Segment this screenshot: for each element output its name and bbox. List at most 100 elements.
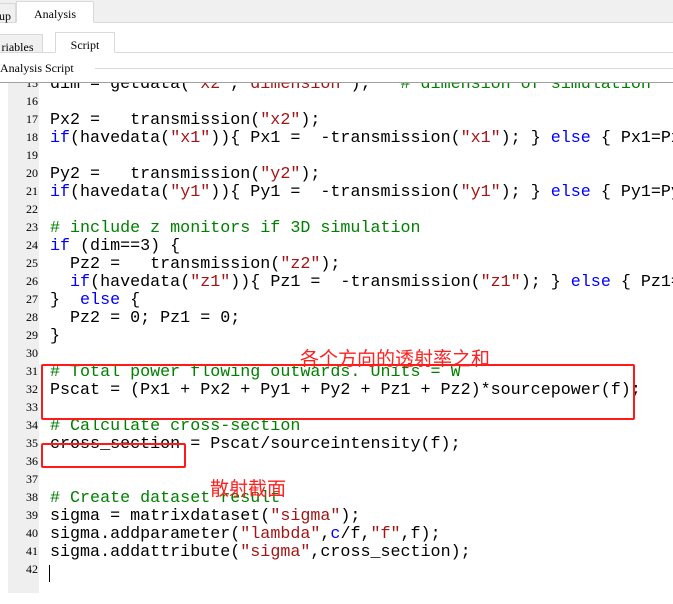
annotation-sum-transmission: 各个方向的透射率之和 — [300, 348, 491, 370]
line-number: 35 — [26, 436, 38, 450]
code-token: } — [50, 291, 81, 310]
tab-script[interactable]: Script — [55, 32, 115, 53]
line-number: 29 — [26, 328, 38, 342]
line-number: 20 — [26, 166, 38, 180]
keyword-token: else — [550, 129, 591, 148]
code-token: ); } — [520, 273, 571, 292]
code-text: sigma = matrixdataset("sigma"); — [50, 508, 360, 526]
keyword-token: if — [50, 237, 71, 256]
keyword-token: if — [50, 129, 71, 148]
code-line[interactable]: 41 sigma.addattribute("sigma",cross_secti… — [0, 544, 673, 562]
code-line[interactable]: 40 sigma.addparameter("lambda",c/f,"f",f)… — [0, 526, 673, 544]
code-token: { — [120, 291, 141, 310]
comment-token: # dimension of simulation — [400, 83, 651, 94]
string-token: "x2" — [190, 83, 231, 94]
code-text: if(havedata("x1")){ Px1 = -transmission(… — [50, 130, 673, 148]
text-caret — [49, 565, 50, 582]
keyword-token: if — [70, 273, 91, 292]
string-token: "z1" — [480, 273, 521, 292]
string-token: "lambda" — [240, 525, 321, 544]
code-line[interactable]: 18 if(havedata("x1")){ Px1 = -transmissio… — [0, 130, 673, 148]
string-token: "z1" — [190, 273, 231, 292]
string-token: "y1" — [170, 183, 211, 202]
keyword-token: else — [80, 291, 121, 310]
code-token: (dim==3) { — [70, 237, 181, 256]
code-text: if(havedata("y1")){ Py1 = -transmission(… — [50, 184, 673, 202]
line-number: 39 — [26, 508, 38, 522]
code-token: ); } — [500, 183, 551, 202]
tab-analysis[interactable]: Analysis — [16, 1, 94, 23]
code-token: ); — [340, 507, 361, 526]
code-line[interactable]: 42 — [0, 562, 673, 580]
code-line[interactable]: 26 if(havedata("z1")){ Pz1 = -transmissi… — [0, 274, 673, 292]
annotation-scattering-cross-section: 散射截面 — [210, 478, 287, 500]
code-line[interactable]: 27} else { — [0, 292, 673, 310]
tab-variables[interactable]: riables — [0, 34, 43, 54]
string-token: "x1" — [170, 129, 211, 148]
code-token: )){ Py1 = -transmission( — [210, 183, 461, 202]
code-token: (havedata( — [70, 129, 171, 148]
code-line[interactable]: 28 Pz2 = 0; Pz1 = 0; — [0, 310, 673, 328]
code-line[interactable]: 38 # Create dataset result — [0, 490, 673, 508]
line-number: 18 — [26, 130, 38, 144]
code-text: } else { — [50, 292, 140, 310]
code-token: { Px1=Px2; } — [600, 129, 673, 148]
code-token: sigma.addattribute( — [50, 543, 241, 562]
line-number: 30 — [26, 346, 38, 360]
code-line[interactable]: 17 Px2 = transmission("x2"); — [0, 112, 673, 130]
code-token: ,cross_section); — [310, 543, 471, 562]
line-number: 38 — [26, 490, 38, 504]
code-line[interactable]: 25 Pz2 = transmission("z2"); — [0, 256, 673, 274]
line-number: 17 — [26, 112, 38, 126]
line-number: 36 — [26, 454, 38, 468]
line-number: 42 — [26, 562, 38, 576]
code-token: sigma = matrixdataset( — [50, 507, 271, 526]
code-text: Pz2 = 0; Pz1 = 0; — [50, 310, 240, 328]
line-number: 34 — [26, 418, 38, 432]
code-token: dim = getdata( — [50, 83, 191, 94]
code-line[interactable]: 22 — [0, 202, 673, 220]
code-token: ); — [300, 111, 321, 130]
code-token: Px2 = transmission( — [50, 111, 261, 130]
string-token: "y1" — [460, 183, 501, 202]
code-text: if(havedata("z1")){ Pz1 = -transmission(… — [50, 274, 673, 292]
line-number: 32 — [26, 382, 38, 396]
string-token: "sigma" — [270, 507, 341, 526]
line-number: 28 — [26, 310, 38, 324]
code-line[interactable]: 39 sigma = matrixdataset("sigma"); — [0, 508, 673, 526]
code-token: sigma.addparameter( — [50, 525, 241, 544]
code-text: Px2 = transmission("x2"); — [50, 112, 320, 130]
string-token: "sigma" — [240, 543, 311, 562]
code-line[interactable]: 15 dim = getdata("x2","dimension"); # dim… — [0, 83, 673, 94]
line-number: 21 — [26, 184, 38, 198]
code-token: ); — [350, 83, 401, 94]
code-line[interactable]: 16 — [0, 94, 673, 112]
string-token: "f" — [370, 525, 401, 544]
code-token: , — [320, 525, 331, 544]
code-token: ); — [320, 255, 341, 274]
sub-tab-bar: riables Script — [0, 30, 673, 54]
line-number: 23 — [26, 220, 38, 234]
script-editor[interactable]: 15 dim = getdata("x2","dimension"); # dim… — [0, 83, 673, 593]
line-number: 15 — [26, 83, 38, 90]
string-token: "x2" — [260, 111, 301, 130]
highlight-box-cross-section — [41, 443, 186, 468]
code-line[interactable]: 23 # include z monitors if 3D simulation — [0, 220, 673, 238]
tab-setup[interactable]: up — [0, 3, 16, 23]
string-token: "dimension" — [240, 83, 351, 94]
code-line[interactable]: 37 — [0, 472, 673, 490]
code-text: if (dim==3) { — [50, 238, 180, 256]
code-line[interactable]: 34 # Calculate cross-section — [0, 418, 673, 436]
keyword-token: c — [330, 525, 341, 544]
code-token: ,f); — [400, 525, 441, 544]
code-line[interactable]: 21 if(havedata("y1")){ Py1 = -transmissio… — [0, 184, 673, 202]
code-token: /f, — [340, 525, 371, 544]
code-line[interactable]: 24 if (dim==3) { — [0, 238, 673, 256]
code-line[interactable]: 19 — [0, 148, 673, 166]
keyword-token: else — [550, 183, 591, 202]
code-line[interactable]: 20 Py2 = transmission("y2"); — [0, 166, 673, 184]
code-token: { Py1=Py2; } — [600, 183, 673, 202]
line-number: 33 — [26, 400, 38, 414]
code-text: sigma.addattribute("sigma",cross_section… — [50, 544, 471, 562]
